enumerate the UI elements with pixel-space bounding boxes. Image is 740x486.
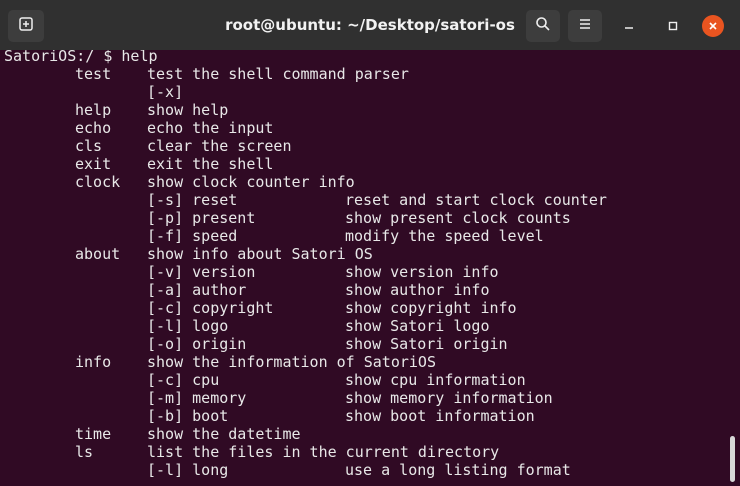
command-name: about <box>75 245 121 263</box>
maximize-icon <box>667 17 679 36</box>
command-name: time <box>75 425 112 443</box>
option-description: show copyright info <box>345 299 517 317</box>
close-icon <box>707 17 719 36</box>
command-description: [-c] cpu <box>147 371 220 389</box>
option-description: show author info <box>345 281 490 299</box>
command-name: clock <box>75 173 121 191</box>
terminal-output[interactable]: SatoriOS:/ $ help test test the shell com… <box>0 50 724 486</box>
command-name: ls <box>75 443 94 461</box>
command-description: [-x] <box>147 83 184 101</box>
command-description: [-p] present <box>147 209 256 227</box>
command-description: [-s] reset <box>147 191 238 209</box>
command-description: show clock counter info <box>147 173 355 191</box>
command-description: show the information of SatoriOS <box>147 353 436 371</box>
command-name: exit <box>75 155 112 173</box>
prompt-line: SatoriOS:/ $ help <box>4 50 158 65</box>
terminal-window: root@ubuntu: ~/Desktop/satori-os SatoriO… <box>0 0 740 486</box>
option-description: show cpu information <box>345 371 526 389</box>
menu-button[interactable] <box>568 10 602 42</box>
new-tab-button[interactable] <box>8 10 44 42</box>
minimize-icon <box>623 17 635 36</box>
search-icon <box>535 16 551 36</box>
command-name: info <box>75 353 112 371</box>
maximize-button[interactable] <box>662 15 684 37</box>
new-tab-icon <box>18 16 34 36</box>
command-description: [-c] copyright <box>147 299 274 317</box>
option-description: show version info <box>345 263 499 281</box>
command-name: test <box>75 65 112 83</box>
hamburger-menu-icon <box>577 16 593 36</box>
option-description: show present clock counts <box>345 209 571 227</box>
scrollbar-thumb[interactable] <box>730 436 735 482</box>
command-description: [-b] boot <box>147 407 229 425</box>
command-description: show the datetime <box>147 425 301 443</box>
scrollbar[interactable] <box>726 50 740 486</box>
command-description: echo the input <box>147 119 274 137</box>
command-description: [-o] origin <box>147 335 247 353</box>
command-description: exit the shell <box>147 155 274 173</box>
title-bar: root@ubuntu: ~/Desktop/satori-os <box>0 0 740 50</box>
command-description: [-m] memory <box>147 389 247 407</box>
command-description: [-a] author <box>147 281 247 299</box>
command-description: [-l] long <box>147 461 229 479</box>
minimize-button[interactable] <box>618 15 640 37</box>
command-description: [-l] logo <box>147 317 229 335</box>
command-description: [-v] version <box>147 263 256 281</box>
command-description: list the files in the current directory <box>147 443 500 461</box>
command-description: test the shell command parser <box>147 65 409 83</box>
search-button[interactable] <box>526 10 560 42</box>
close-button[interactable] <box>702 15 724 37</box>
command-description: show help <box>147 101 229 119</box>
command-description: clear the screen <box>147 137 292 155</box>
command-name: cls <box>75 137 103 155</box>
option-description: show boot information <box>345 407 535 425</box>
option-description: modify the speed level <box>345 227 544 245</box>
option-description: show memory information <box>345 389 553 407</box>
option-description: show Satori logo <box>345 317 490 335</box>
command-name: echo <box>75 119 112 137</box>
option-description: reset and start clock counter <box>345 191 607 209</box>
option-description: use a long listing format <box>345 461 571 479</box>
command-description: [-f] speed <box>147 227 238 245</box>
command-description: show info about Satori OS <box>147 245 373 263</box>
command-name: help <box>75 101 112 119</box>
option-description: show Satori origin <box>345 335 508 353</box>
